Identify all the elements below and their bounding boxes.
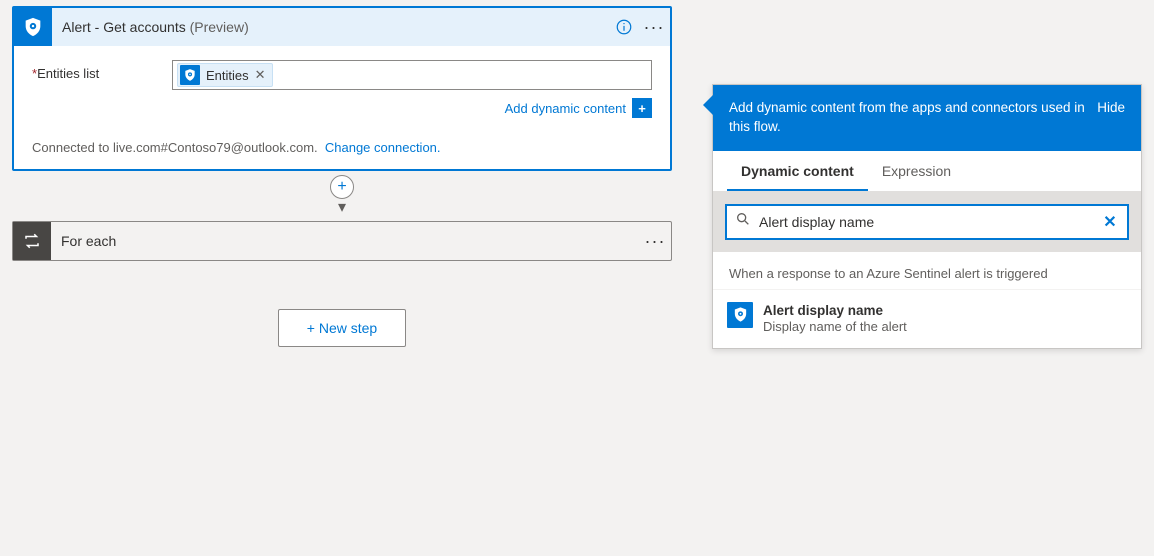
search-input[interactable] <box>759 214 1101 230</box>
card-body: *Entities list Entities ✕ Add dynamic co… <box>14 46 670 130</box>
foreach-card: For each ··· <box>12 221 672 261</box>
clear-search-icon[interactable]: ✕ <box>1101 213 1119 231</box>
flow-canvas: Alert - Get accounts (Preview) ··· *Enti… <box>0 0 684 556</box>
remove-token-icon[interactable]: ✕ <box>255 67 266 83</box>
field-label-text: Entities list <box>37 66 99 81</box>
entities-field-row: *Entities list Entities ✕ <box>32 60 652 90</box>
dc-header-text: Add dynamic content from the apps and co… <box>729 99 1097 137</box>
entities-input[interactable]: Entities ✕ <box>172 60 652 90</box>
card-title: Alert - Get accounts (Preview) <box>52 19 610 35</box>
card-header[interactable]: Alert - Get accounts (Preview) ··· <box>14 8 670 46</box>
sentinel-shield-icon <box>180 65 200 85</box>
new-step-button[interactable]: + New step <box>278 309 406 347</box>
dynamic-content-panel: Add dynamic content from the apps and co… <box>712 84 1142 349</box>
hide-panel-link[interactable]: Hide <box>1097 99 1125 118</box>
entities-token[interactable]: Entities ✕ <box>177 63 273 87</box>
dc-item-title: Alert display name <box>763 302 907 320</box>
preview-tag: (Preview) <box>190 19 249 35</box>
foreach-title: For each <box>51 233 639 249</box>
new-step-wrap: + New step <box>12 309 672 347</box>
insert-step-button[interactable]: + <box>330 175 354 199</box>
tab-expression[interactable]: Expression <box>868 151 965 191</box>
dc-panel-header: Add dynamic content from the apps and co… <box>713 85 1141 151</box>
field-label: *Entities list <box>32 60 172 81</box>
dc-group-header: When a response to an Azure Sentinel ale… <box>713 252 1141 290</box>
sentinel-shield-icon <box>14 8 52 46</box>
dc-tabs: Dynamic content Expression <box>713 151 1141 192</box>
search-wrap: ✕ <box>713 192 1141 252</box>
add-dynamic-content-link[interactable]: Add dynamic content <box>505 101 626 116</box>
tab-dynamic-content[interactable]: Dynamic content <box>727 151 868 191</box>
connection-info: Connected to live.com#Contoso79@outlook.… <box>14 130 670 169</box>
panel-caret-icon <box>703 95 713 115</box>
foreach-header[interactable]: For each ··· <box>13 222 671 260</box>
arrow-down-icon: ▾ <box>338 197 346 217</box>
search-icon <box>735 211 751 232</box>
connector: + ▾ <box>12 175 672 217</box>
loop-icon <box>13 222 51 260</box>
alert-action-card: Alert - Get accounts (Preview) ··· *Enti… <box>12 6 672 171</box>
card-title-text: Alert - Get accounts <box>62 19 186 35</box>
info-icon[interactable] <box>610 8 638 46</box>
change-connection-link[interactable]: Change connection. <box>325 140 441 155</box>
sentinel-shield-icon <box>727 302 753 328</box>
more-menu-icon[interactable]: ··· <box>638 8 670 46</box>
connected-text: Connected to live.com#Contoso79@outlook.… <box>32 140 318 155</box>
add-dynamic-content-button[interactable]: + <box>632 98 652 118</box>
more-menu-icon[interactable]: ··· <box>639 222 671 260</box>
dc-item-text: Alert display name Display name of the a… <box>763 302 907 336</box>
dc-result-item[interactable]: Alert display name Display name of the a… <box>713 290 1141 348</box>
token-label: Entities <box>206 68 249 83</box>
search-box[interactable]: ✕ <box>725 204 1129 240</box>
add-dynamic-content-row: Add dynamic content + <box>32 98 652 118</box>
dc-item-subtitle: Display name of the alert <box>763 319 907 336</box>
